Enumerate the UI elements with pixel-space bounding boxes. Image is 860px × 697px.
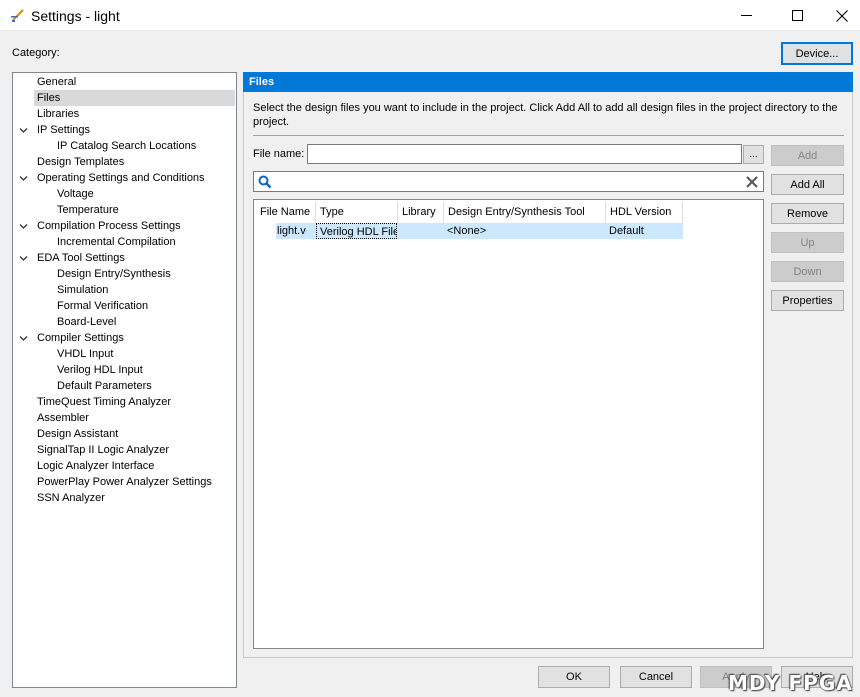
chevron-down-icon[interactable] [19,126,28,135]
column-header-hdl-version[interactable]: HDL Version [606,202,683,223]
category-tree[interactable]: General Files Libraries IP Settings IP Catal… [12,72,237,688]
add-button[interactable]: Add [771,145,844,166]
cell-library [398,223,444,239]
properties-button[interactable]: Properties [771,290,844,311]
browse-button[interactable]: ... [743,145,764,164]
tree-item-design-entry-synthesis[interactable]: Design Entry/Synthesis [54,266,174,282]
column-header-type[interactable]: Type [316,202,398,223]
files-table[interactable]: File Name Type Library Design Entry/Synt… [253,199,764,649]
tree-item-board-level[interactable]: Board-Level [54,314,119,330]
maximize-button[interactable] [774,0,820,31]
cancel-button[interactable]: Cancel [620,666,692,688]
minimize-button[interactable] [723,0,769,31]
file-name-label: File name: [253,148,305,160]
title-bar: Settings - light [0,0,860,31]
settings-app-icon [11,9,24,22]
tree-item-libraries[interactable]: Libraries [34,106,82,122]
tree-item-assembler[interactable]: Assembler [34,410,92,426]
tree-item-design-templates[interactable]: Design Templates [34,154,127,170]
column-header-library[interactable]: Library [398,202,444,223]
chevron-down-icon[interactable] [19,222,28,231]
cell-tool: <None> [447,225,487,237]
column-header-file-name[interactable]: File Name [256,202,316,223]
tree-item-eda-tool-settings[interactable]: EDA Tool Settings [34,250,128,266]
close-button[interactable] [819,0,860,31]
add-all-button[interactable]: Add All [771,174,844,195]
minimize-icon [740,15,752,16]
tree-item-logic-analyzer-interface[interactable]: Logic Analyzer Interface [34,458,157,474]
tree-item-ssn-analyzer[interactable]: SSN Analyzer [34,490,108,506]
ok-button[interactable]: OK [538,666,610,688]
cell-hdl-version: Default [609,225,644,237]
tree-item-vhdl-input[interactable]: VHDL Input [54,346,116,362]
panel-title: Files [243,72,853,92]
divider [253,135,844,136]
close-icon [836,9,848,22]
tree-item-ip-settings[interactable]: IP Settings [34,122,93,138]
tree-item-voltage[interactable]: Voltage [54,186,97,202]
chevron-down-icon[interactable] [19,174,28,183]
tree-item-operating-settings-and-conditions[interactable]: Operating Settings and Conditions [34,170,208,186]
tree-item-formal-verification[interactable]: Formal Verification [54,298,151,314]
tree-item-compilation-process-settings[interactable]: Compilation Process Settings [34,218,184,234]
tree-item-ip-catalog-search-locations[interactable]: IP Catalog Search Locations [54,138,199,154]
down-button[interactable]: Down [771,261,844,282]
panel-description: Select the design files you want to incl… [253,102,838,128]
device-button[interactable]: Device... [781,42,853,65]
chevron-down-icon[interactable] [19,254,28,263]
up-button[interactable]: Up [771,232,844,253]
cell-type[interactable]: Verilog HDL File [316,223,397,239]
clear-icon[interactable] [745,175,759,189]
search-input[interactable] [253,171,764,192]
maximize-icon [791,10,803,21]
cell-file-name: light.v [277,225,306,237]
tree-item-temperature[interactable]: Temperature [54,202,122,218]
tree-item-verilog-hdl-input[interactable]: Verilog HDL Input [54,362,146,378]
tree-item-signaltap-ii-logic-analyzer[interactable]: SignalTap II Logic Analyzer [34,442,172,458]
tree-item-simulation[interactable]: Simulation [54,282,111,298]
tree-item-compiler-settings[interactable]: Compiler Settings [34,330,127,346]
watermark: MDY FPGA [728,671,853,695]
tree-item-design-assistant[interactable]: Design Assistant [34,426,121,442]
tree-item-timequest-timing-analyzer[interactable]: TimeQuest Timing Analyzer [34,394,174,410]
category-label: Category: [12,47,60,59]
tree-item-general[interactable]: General [34,74,79,90]
search-icon [258,175,272,189]
tree-item-default-parameters[interactable]: Default Parameters [54,378,155,394]
remove-button[interactable]: Remove [771,203,844,224]
tree-item-powerplay-power-analyzer-settings[interactable]: PowerPlay Power Analyzer Settings [34,474,215,490]
tree-item-incremental-compilation[interactable]: Incremental Compilation [54,234,179,250]
chevron-down-icon[interactable] [19,334,28,343]
tree-item-files[interactable]: Files [34,90,235,106]
file-name-input[interactable] [307,144,742,164]
column-header-tool[interactable]: Design Entry/Synthesis Tool [444,202,606,223]
window-title: Settings - light [31,8,120,24]
